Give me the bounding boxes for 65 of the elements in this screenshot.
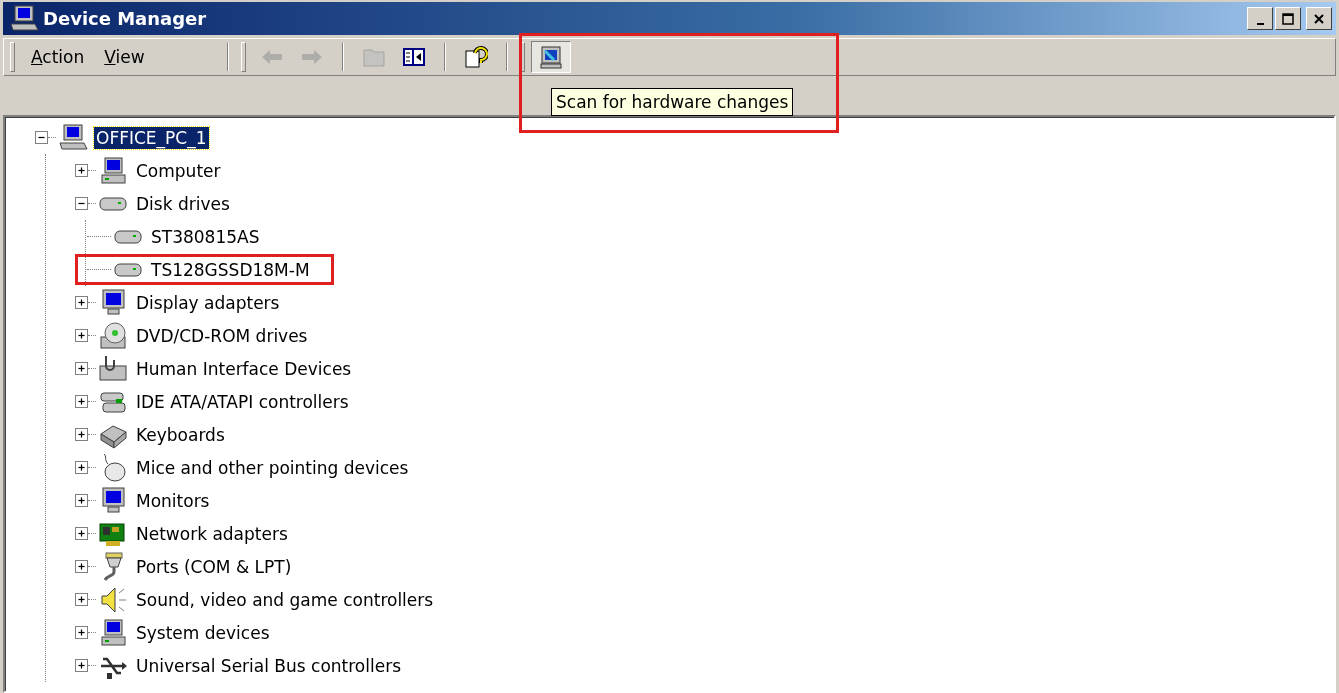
close-button[interactable] bbox=[1306, 7, 1332, 30]
plus-icon bbox=[76, 561, 87, 572]
plus-icon bbox=[76, 297, 87, 308]
minimize-button[interactable] bbox=[1247, 7, 1273, 30]
tree-item[interactable]: OFFICE_PC_1 bbox=[94, 126, 209, 149]
computer-icon bbox=[98, 155, 128, 186]
close-icon bbox=[1313, 12, 1325, 25]
tree-item[interactable]: Computer bbox=[134, 159, 223, 182]
collapse-toggle[interactable] bbox=[75, 197, 88, 210]
tree-item[interactable]: Network adapters bbox=[134, 522, 290, 545]
input-device-icon bbox=[98, 353, 128, 384]
menu-item[interactable]: View bbox=[94, 45, 155, 69]
tree-item[interactable]: TS128GSSD18M-M bbox=[149, 258, 312, 281]
expand-toggle[interactable] bbox=[75, 560, 88, 573]
scan-button[interactable] bbox=[531, 41, 571, 73]
tree-item[interactable]: Human Interface Devices bbox=[134, 357, 354, 380]
tree-item[interactable]: Monitors bbox=[134, 489, 212, 512]
plus-icon bbox=[76, 495, 87, 506]
tree-item[interactable]: Sound, video and game controllers bbox=[134, 588, 436, 611]
plus-icon bbox=[76, 594, 87, 605]
tree-item[interactable]: Keyboards bbox=[134, 423, 227, 446]
plus-icon bbox=[76, 462, 87, 473]
collapse-toggle[interactable] bbox=[35, 131, 48, 144]
maximize-button[interactable] bbox=[1275, 7, 1301, 30]
expand-toggle[interactable] bbox=[75, 164, 88, 177]
expand-toggle[interactable] bbox=[75, 593, 88, 606]
expand-toggle[interactable] bbox=[75, 296, 88, 309]
expand-toggle[interactable] bbox=[75, 626, 88, 639]
minimize-icon bbox=[1256, 22, 1264, 25]
plus-icon bbox=[76, 627, 87, 638]
scan-hardware-icon bbox=[539, 45, 563, 69]
plus-icon bbox=[76, 330, 87, 341]
plus-icon bbox=[76, 660, 87, 671]
menu-item[interactable]: Action bbox=[21, 45, 95, 69]
tree-item[interactable]: Mice and other pointing devices bbox=[134, 456, 411, 479]
expand-toggle[interactable] bbox=[75, 329, 88, 342]
maximize-icon bbox=[1282, 12, 1294, 25]
computer-icon bbox=[9, 3, 39, 34]
help-icon bbox=[464, 45, 488, 69]
tree-item[interactable]: Universal Serial Bus controllers bbox=[134, 654, 403, 677]
tree-item[interactable]: ST380815AS bbox=[149, 225, 262, 248]
expand-toggle[interactable] bbox=[75, 461, 88, 474]
tooltip: Scan for hardware changes bbox=[551, 88, 794, 116]
tree-item[interactable]: System devices bbox=[134, 621, 272, 644]
tree-item[interactable]: Ports (COM & LPT) bbox=[134, 555, 294, 578]
expand-toggle[interactable] bbox=[75, 362, 88, 375]
tree-item[interactable]: DVD/CD-ROM drives bbox=[134, 324, 310, 347]
window-title: Device Manager bbox=[43, 8, 207, 29]
plus-icon bbox=[76, 396, 87, 407]
plus-icon bbox=[76, 528, 87, 539]
computer-icon bbox=[98, 617, 128, 648]
plus-icon bbox=[76, 165, 87, 176]
tree-item[interactable]: IDE ATA/ATAPI controllers bbox=[134, 390, 351, 413]
plus-icon bbox=[76, 429, 87, 440]
expand-toggle[interactable] bbox=[75, 527, 88, 540]
expand-toggle[interactable] bbox=[75, 395, 88, 408]
expand-toggle[interactable] bbox=[75, 659, 88, 672]
plus-icon bbox=[76, 363, 87, 374]
disc-drive-icon bbox=[98, 320, 128, 351]
expand-toggle[interactable] bbox=[75, 494, 88, 507]
panel-icon bbox=[402, 45, 426, 69]
computer-icon bbox=[58, 122, 88, 153]
tree-item[interactable]: Display adapters bbox=[134, 291, 282, 314]
expand-toggle[interactable] bbox=[75, 428, 88, 441]
tree-item[interactable]: Disk drives bbox=[134, 192, 232, 215]
